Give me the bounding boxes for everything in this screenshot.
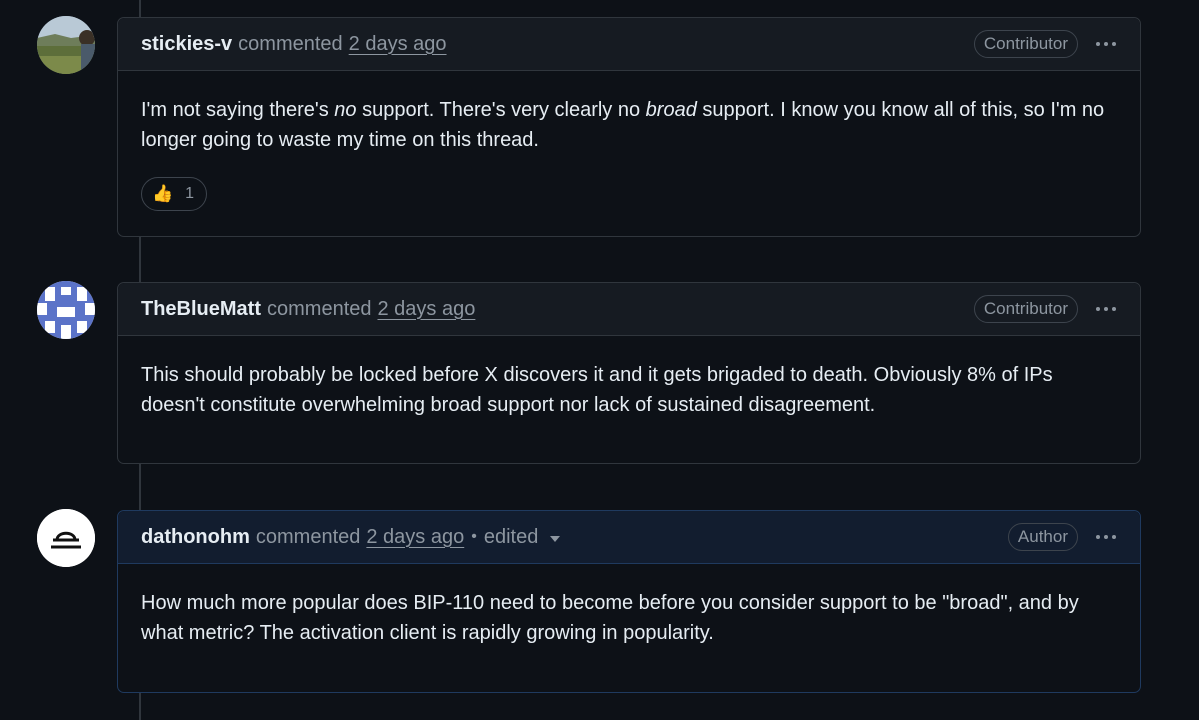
comment-verb: commented: [267, 297, 372, 320]
comment-author-link[interactable]: TheBlueMatt: [141, 298, 261, 321]
comment-header: TheBlueMatt commented 2 days ago Contrib…: [118, 283, 1140, 336]
reaction-count: 1: [185, 185, 195, 202]
thumbs-up-icon: 👍: [152, 184, 174, 203]
comment-header: stickies-v commented 2 days ago Contribu…: [118, 18, 1140, 71]
kebab-horizontal-icon[interactable]: [1094, 531, 1118, 543]
comment-author-link[interactable]: stickies-v: [141, 33, 232, 56]
kebab-horizontal-icon[interactable]: [1094, 38, 1118, 50]
reaction-button[interactable]: 👍 1: [141, 177, 208, 211]
comment-header: dathonohm commented 2 days ago • edited …: [118, 511, 1140, 564]
comment-timestamp-link[interactable]: 2 days ago: [378, 298, 476, 321]
comment-text: I'm not saying there's: [141, 99, 335, 121]
separator-dot: •: [471, 528, 477, 545]
avatar-dathonohm[interactable]: [37, 509, 95, 567]
avatar-stickies-v[interactable]: [37, 16, 95, 74]
comment-timestamp-link[interactable]: 2 days ago: [349, 33, 447, 56]
comment-author-link[interactable]: dathonohm: [141, 526, 250, 549]
emphasis-text: no: [334, 99, 357, 121]
avatar-thebluematt[interactable]: [37, 281, 95, 339]
contributor-badge: Contributor: [973, 295, 1078, 323]
comment-body: How much more popular does BIP-110 need …: [141, 592, 1079, 644]
comment-body: I'm not saying there's no support. There…: [118, 71, 1140, 211]
emphasis-text: broad: [645, 99, 697, 121]
comment-body: This should probably be locked before X …: [141, 364, 1053, 416]
contributor-badge: Contributor: [973, 30, 1078, 58]
comment-verb: commented: [238, 32, 343, 55]
comment-verb: commented: [255, 525, 361, 548]
edited-label: edited: [483, 525, 539, 548]
comment-text: support. There's very clearly no: [356, 99, 646, 121]
comment-card: TheBlueMatt commented 2 days ago Contrib…: [117, 282, 1141, 464]
kebab-horizontal-icon[interactable]: [1094, 303, 1118, 315]
author-badge: Author: [1007, 523, 1078, 551]
comment-card: dathonohm commented 2 days ago • edited …: [117, 510, 1141, 693]
edited-dropdown[interactable]: edited: [484, 526, 561, 549]
comment-card: stickies-v commented 2 days ago Contribu…: [117, 17, 1141, 237]
comment-timestamp-link[interactable]: 2 days ago: [366, 526, 464, 549]
triangle-down-icon: [550, 536, 561, 542]
